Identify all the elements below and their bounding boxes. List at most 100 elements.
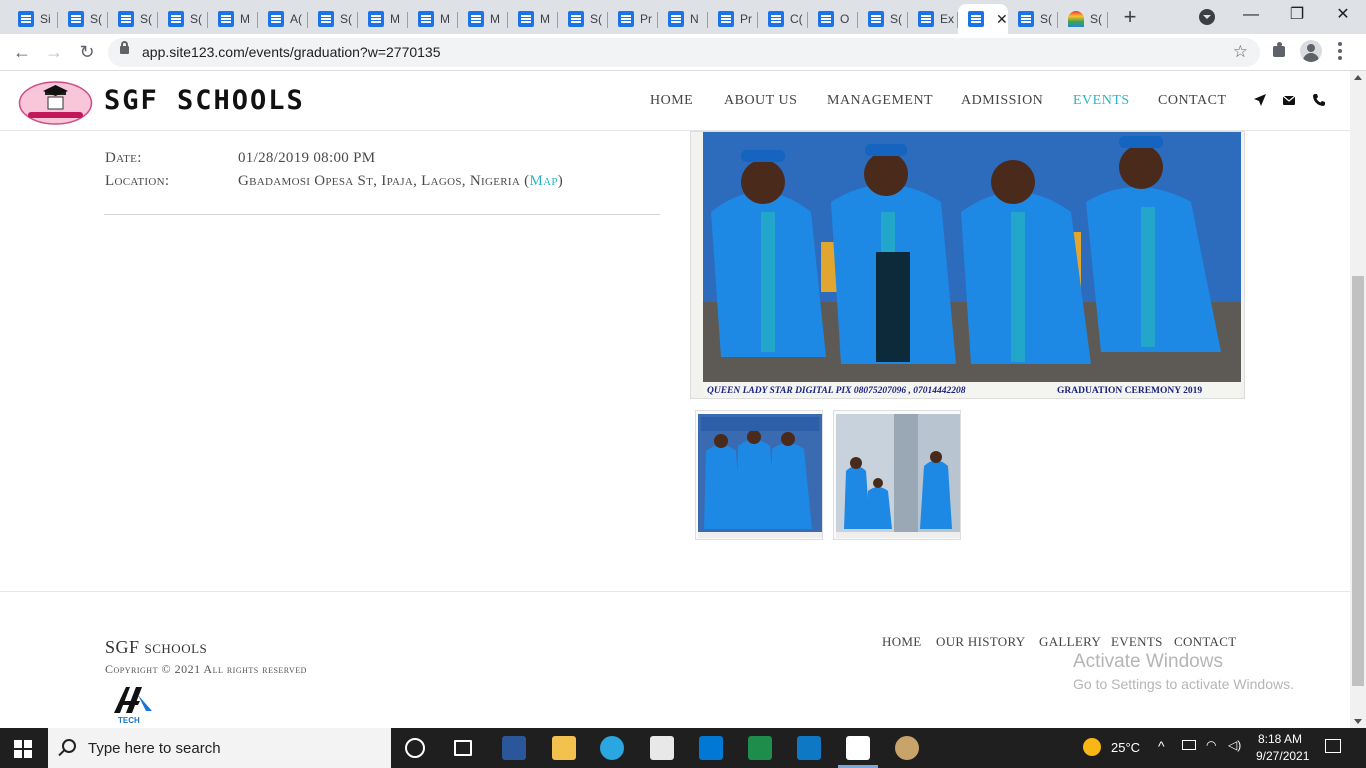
browser-tab[interactable]: N [658, 4, 708, 34]
nav-contact[interactable]: CONTACT [1158, 93, 1227, 109]
docs-icon [368, 11, 384, 27]
url-text[interactable]: app.site123.com/events/graduation?w=2770… [142, 44, 441, 60]
notepad-icon[interactable] [846, 736, 870, 760]
maximize-button[interactable]: ❐ [1274, 4, 1320, 26]
tab-label: A( [290, 12, 302, 26]
tab-active[interactable]: ✕ [958, 4, 1008, 34]
footer-nav-contact[interactable]: CONTACT [1174, 634, 1236, 650]
microsoft-store-icon[interactable] [650, 736, 674, 760]
thumbnail-photo-1[interactable] [696, 411, 823, 540]
browser-tab[interactable]: S( [58, 4, 108, 34]
bookmark-star-icon[interactable]: ☆ [1233, 42, 1248, 62]
lock-icon[interactable] [120, 41, 129, 54]
browser-tab[interactable]: A( [258, 4, 308, 34]
event-main-photo[interactable]: QUEEN LADY STAR DIGITAL PIX 08075207096 … [690, 131, 1245, 399]
taskbar-search-box[interactable]: Type here to search [48, 728, 391, 768]
scroll-thumb[interactable] [1352, 276, 1364, 686]
new-tab-button[interactable]: + [1118, 6, 1142, 28]
paint-icon[interactable] [895, 736, 919, 760]
browser-tab[interactable]: M [458, 4, 508, 34]
photo-caption-left: QUEEN LADY STAR DIGITAL PIX 08075207096 … [707, 386, 966, 396]
reload-button[interactable]: ↻ [75, 41, 99, 63]
cortana-icon[interactable] [405, 738, 425, 758]
scroll-up-arrow-icon[interactable] [1354, 75, 1362, 80]
phone-icon[interactable] [1312, 93, 1326, 107]
search-icon [62, 739, 76, 753]
address-bar[interactable]: app.site123.com/events/graduation?w=2770… [108, 38, 1260, 67]
browser-tab[interactable]: S( [558, 4, 608, 34]
vscode-icon[interactable] [797, 736, 821, 760]
tray-overflow-chevron-icon[interactable]: ^ [1158, 738, 1165, 754]
profile-avatar[interactable] [1300, 40, 1322, 62]
footer-logo-text: TECH [118, 716, 140, 725]
browser-tab[interactable]: O [808, 4, 858, 34]
browser-tab[interactable]: S( [108, 4, 158, 34]
docs-icon [168, 11, 184, 27]
windows-start-icon[interactable] [14, 740, 32, 758]
browser-tab[interactable]: M [408, 4, 458, 34]
battery-icon[interactable] [1182, 740, 1196, 750]
browser-tab[interactable]: S( [858, 4, 908, 34]
tab-strip: Si S(S(S(M A(S(M M M M S(Pr N Pr C(O S(Ex ✕ S(S( + —… [0, 0, 1366, 34]
envelope-icon[interactable] [1282, 93, 1296, 107]
nav-events[interactable]: EVENTS [1073, 93, 1130, 109]
tab-label: M [540, 12, 550, 26]
graduation-photo[interactable]: QUEEN LADY STAR DIGITAL PIX 08075207096 … [691, 132, 1245, 399]
browser-tab[interactable]: Ex [908, 4, 958, 34]
map-link[interactable]: Map [529, 173, 557, 189]
site-brand[interactable]: SGF SCHOOLS [104, 85, 305, 116]
tab-close-icon[interactable]: ✕ [996, 11, 1008, 28]
nav-home[interactable]: HOME [650, 93, 693, 109]
tab-label: Si [40, 12, 51, 26]
browser-tab[interactable]: C( [758, 4, 808, 34]
file-explorer-icon[interactable] [552, 736, 576, 760]
footer-nav-our-history[interactable]: OUR HISTORY [936, 634, 1025, 650]
mail-icon[interactable] [699, 736, 723, 760]
tab-label: C( [790, 12, 803, 26]
thumbnail-photo-2[interactable] [834, 411, 961, 540]
weather-temperature[interactable]: 25°C [1111, 740, 1140, 755]
back-button[interactable]: ← [10, 41, 34, 63]
browser-tab[interactable]: Pr [608, 4, 658, 34]
browser-tab[interactable]: S( [1058, 4, 1108, 34]
school-logo[interactable] [18, 80, 93, 126]
wifi-icon[interactable]: ◠ [1206, 738, 1216, 752]
browser-tab[interactable]: M [508, 4, 558, 34]
tab-search-icon[interactable] [1199, 9, 1215, 25]
task-view-icon[interactable] [454, 740, 472, 756]
location-label: Location: [105, 173, 170, 189]
footer-nav-events[interactable]: EVENTS [1111, 634, 1163, 650]
footer-nav-home[interactable]: HOME [882, 634, 921, 650]
minimize-button[interactable]: — [1228, 4, 1274, 26]
word-icon[interactable] [502, 736, 526, 760]
weather-sun-icon[interactable] [1083, 738, 1101, 756]
gallery-thumbnail-1[interactable] [695, 410, 823, 540]
notifications-icon[interactable] [1325, 739, 1341, 753]
nav-admission[interactable]: ADMISSION [961, 93, 1043, 109]
browser-tab[interactable]: M [358, 4, 408, 34]
volume-icon[interactable]: ◁) [1228, 738, 1241, 752]
browser-tab[interactable]: S( [308, 4, 358, 34]
clock-time[interactable]: 8:18 AM [1258, 732, 1302, 746]
browser-tab[interactable]: S( [158, 4, 208, 34]
location-arrow-icon[interactable] [1253, 93, 1267, 107]
edge-icon[interactable] [600, 736, 624, 760]
nav-about-us[interactable]: ABOUT US [724, 93, 797, 109]
browser-tab[interactable]: S( [1008, 4, 1058, 34]
close-window-button[interactable]: ✕ [1320, 4, 1366, 26]
tab-label: S( [90, 12, 102, 26]
chrome-menu-icon[interactable] [1338, 40, 1342, 62]
wps-office-icon[interactable] [748, 736, 772, 760]
extensions-icon[interactable] [1272, 42, 1288, 58]
gallery-thumbnail-2[interactable] [833, 410, 961, 540]
browser-tab[interactable]: M [208, 4, 258, 34]
browser-tab[interactable]: Si [8, 4, 58, 34]
browser-tab[interactable]: Pr [708, 4, 758, 34]
forward-button[interactable]: → [42, 41, 66, 63]
tab-label: S( [890, 12, 902, 26]
page-scrollbar[interactable] [1350, 71, 1366, 728]
scroll-down-arrow-icon[interactable] [1354, 719, 1362, 724]
clock-date[interactable]: 9/27/2021 [1256, 749, 1309, 763]
footer-nav-gallery[interactable]: GALLERY [1039, 634, 1101, 650]
nav-management[interactable]: MANAGEMENT [827, 93, 933, 109]
